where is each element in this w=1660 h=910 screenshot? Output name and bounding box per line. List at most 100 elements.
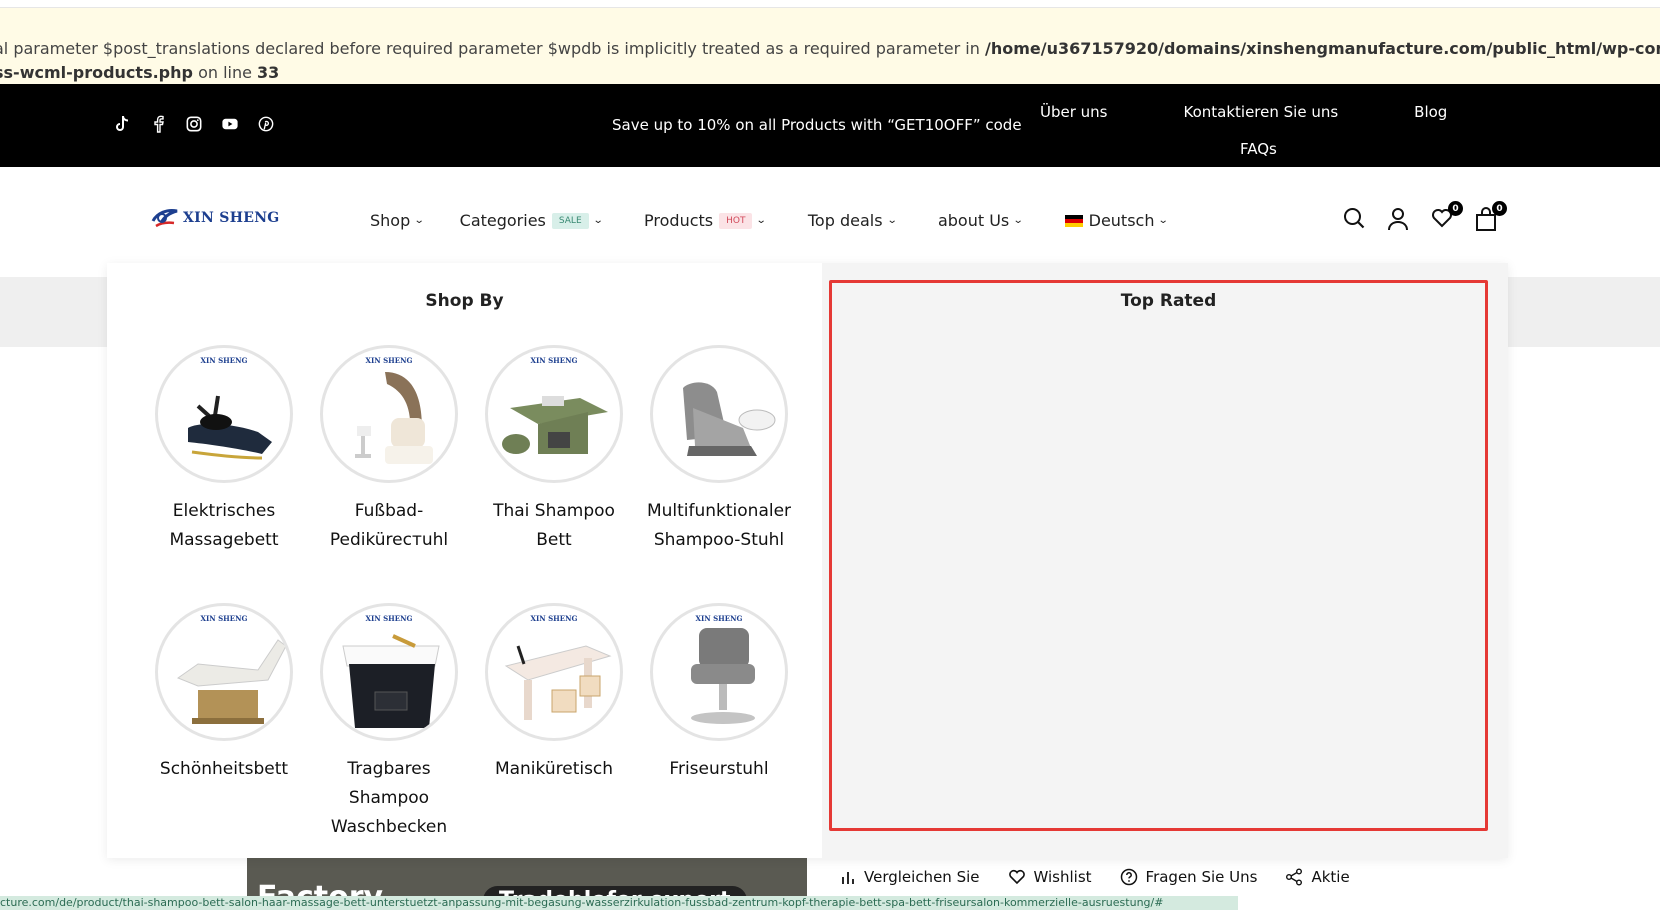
nav-categories[interactable]: Categories SALE ⌄ [460,211,604,230]
category-name: Schönheitsbett [149,755,299,784]
link-blog[interactable]: Blog [1414,103,1447,121]
link-about[interactable]: Über uns [1040,103,1108,121]
chevron-down-icon: ⌄ [1012,215,1024,226]
notice-file: ss-wcml-products.php [0,63,193,82]
facebook-icon[interactable] [150,114,166,134]
site-header: XIN SHENG Shop ⌄ Categories SALE ⌄ Products… [0,167,1660,277]
nav-about-us[interactable]: about Us ⌄ [937,211,1024,230]
language-switcher[interactable]: Deutsch ⌄ [1064,211,1169,230]
category-name: Elektrisches Massagebett [149,497,299,555]
chevron-down-icon: ⌄ [413,215,425,226]
account-icon[interactable] [1387,207,1409,231]
nav-label: about Us [937,211,1010,230]
status-bar-url: cture.com/de/product/thai-shampoo-bett-s… [0,896,1238,910]
question-icon [1120,868,1137,886]
category-barber-chair[interactable]: XIN SHENG Friseurstuhl [644,603,794,784]
category-name: Friseurstuhl [644,755,794,784]
category-image: XIN SHENG [485,603,623,741]
link-contact[interactable]: Kontaktieren Sie uns [1184,103,1339,121]
hot-badge: HOT [719,212,753,229]
category-name: Thai Shampoo Bett [479,497,629,555]
chevron-down-icon: ⌄ [592,215,604,226]
social-links [114,114,274,134]
sale-badge: SALE [551,212,589,229]
header-icons: 0 0 [1343,201,1507,231]
compare-icon [842,872,854,884]
heart-icon [1008,869,1025,885]
category-image [650,345,788,483]
tiktok-icon[interactable] [114,114,130,134]
category-image: XIN SHENG [650,603,788,741]
top-bar: Save up to 10% on all Products with “GET… [0,84,1660,167]
category-image: XIN SHENG [320,345,458,483]
category-portable-shampoo-basin[interactable]: XIN SHENG Tragbares Shampoo Waschbecken [314,603,464,842]
category-name-line: Shampoo-Stuhl [653,530,785,550]
product-actions: Vergleichen Sie Wishlist Fragen Sie Uns … [840,868,1350,886]
category-name: Maniküretisch [479,755,629,784]
category-image: XIN SHENG [155,345,293,483]
category-name-line: Massagebett [169,530,279,550]
cart-count: 0 [1492,201,1507,216]
ask-button[interactable]: Fragen Sie Uns [1120,868,1258,886]
wishlist-icon[interactable]: 0 [1431,201,1463,231]
category-name-line: Waschbecken [330,817,448,837]
search-icon[interactable] [1343,207,1365,231]
nav-products[interactable]: Products HOT ⌄ [644,211,768,230]
notice-text: al parameter $post_translations declared… [0,39,980,58]
category-pedicure-chair[interactable]: XIN SHENG Fußbad- Pediküreстuhl [314,345,464,555]
notice-line-number: 33 [257,63,280,82]
compare-button[interactable]: Vergleichen Sie [840,868,980,886]
category-name-line: Thai Shampoo [493,501,615,521]
language-label: Deutsch [1088,211,1155,230]
nav-top-deals[interactable]: Top deals ⌄ [807,211,898,230]
nav-shop[interactable]: Shop ⌄ [370,211,425,230]
pinterest-icon[interactable] [258,114,274,134]
share-icon [1286,868,1303,886]
site-logo[interactable]: XIN SHENG [150,207,280,229]
notice-path: /home/u367157920/domains/xinshengmanufac… [984,39,1660,58]
category-name-line: Bett [536,530,572,550]
category-name: Fußbad- Pediküreстuhl [314,497,464,555]
category-name-line: Friseurstuhl [669,759,769,779]
category-name-line: Elektrisches [172,501,276,521]
category-multifunction-shampoo-chair[interactable]: Multifunktionaler Shampoo-Stuhl [644,345,794,555]
link-faqs[interactable]: FAQs [1240,140,1277,158]
category-name-line: Schönheitsbett [159,759,289,779]
logo-mark-icon [151,209,178,228]
category-manicure-table[interactable]: XIN SHENG Maniküretisch [479,603,629,784]
wishlist-label: Wishlist [1033,868,1092,886]
page-top-line [0,0,1660,8]
wishlist-button[interactable]: Wishlist [1008,868,1092,886]
category-image: XIN SHENG [155,603,293,741]
shop-by-panel: Shop By XIN SHENG Elektrisches Massagebet… [107,263,822,858]
category-massage-bed[interactable]: XIN SHENG Elektrisches Massagebett [149,345,299,555]
german-flag-icon [1064,214,1083,227]
chevron-down-icon: ⌄ [756,215,768,226]
instagram-icon[interactable] [186,114,202,134]
category-name-line: Shampoo [348,788,430,808]
promo-text: Save up to 10% on all Products with “GET… [612,116,1022,134]
category-name: Tragbares Shampoo Waschbecken [314,755,464,842]
category-thai-shampoo-bed[interactable]: XIN SHENG Thai Shampoo Bett [479,345,629,555]
top-links: Über uns Kontaktieren Sie uns Blog FAQs [1040,98,1500,158]
notice-line-2: ss-wcml-products.php on line 33 [0,60,279,84]
category-name-line: Pediküreстuhl [329,530,449,550]
share-label: Aktie [1311,868,1350,886]
main-nav: Shop ⌄ Categories SALE ⌄ Products HOT ⌄ Top d… [370,211,1169,230]
php-notice: al parameter $post_translations declared… [0,8,1660,84]
notice-line-1: al parameter $post_translations declared… [0,36,1660,61]
category-name: Multifunktionaler Shampoo-Stuhl [644,497,794,555]
ask-label: Fragen Sie Uns [1145,868,1258,886]
chevron-down-icon: ⌄ [886,215,898,226]
nav-label: Products [644,211,714,230]
cart-icon[interactable]: 0 [1475,201,1507,231]
share-button[interactable]: Aktie [1285,868,1350,886]
category-image: XIN SHENG [320,603,458,741]
notice-line-label: on line [198,63,252,82]
nav-label: Top deals [807,211,883,230]
category-beauty-bed[interactable]: XIN SHENG Schönheitsbett [149,603,299,784]
nav-label: Shop [370,211,411,230]
shop-by-title: Shop By [425,291,504,311]
youtube-icon[interactable] [222,114,238,134]
category-name-line: Maniküretisch [494,759,614,779]
